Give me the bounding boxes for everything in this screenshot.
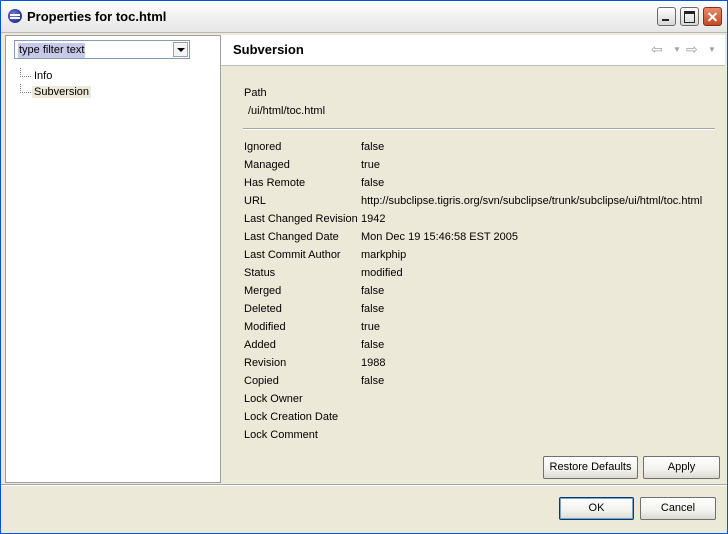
property-key: Deleted	[244, 303, 282, 315]
property-value: markphip	[361, 249, 407, 261]
filter-input[interactable]: type filter text	[16, 42, 174, 58]
page-title: Subversion	[233, 42, 304, 57]
page-header: Subversion ⇦ ▼ ⇨ ▼	[221, 35, 725, 66]
window-title: Properties for toc.html	[27, 9, 167, 24]
property-row-managed: Managed true	[244, 156, 724, 174]
filter-dropdown-button[interactable]	[173, 42, 188, 57]
property-value: true	[361, 321, 380, 333]
page-tree: Info Subversion	[20, 68, 92, 100]
content-panel: Subversion ⇦ ▼ ⇨ ▼ Path /ui/html/toc.htm…	[221, 35, 725, 483]
property-row-url: URL http://subclipse.tigris.org/svn/subcl…	[244, 192, 724, 210]
maximize-button[interactable]	[680, 7, 699, 26]
dialog-separator	[1, 484, 727, 486]
cancel-button[interactable]: Cancel	[640, 497, 716, 520]
property-value: false	[361, 141, 385, 153]
property-value: 1942	[361, 213, 386, 225]
properties-dialog: Properties for toc.html type filter text…	[0, 0, 728, 534]
property-row-lock-comment: Lock Comment	[244, 426, 724, 444]
property-key: URL	[244, 195, 267, 207]
property-row-lock-creation-date: Lock Creation Date	[244, 408, 724, 426]
chevron-down-icon[interactable]: ▼	[673, 45, 681, 54]
property-value: Mon Dec 19 15:46:58 EST 2005	[361, 231, 518, 243]
tree-item-info[interactable]: Info	[20, 68, 91, 84]
property-key: Lock Comment	[244, 429, 318, 441]
property-key: Added	[244, 339, 276, 351]
property-row-last-changed-revision: Last Changed Revision 1942	[244, 210, 724, 228]
title-bar[interactable]: Properties for toc.html	[1, 1, 727, 33]
property-row-merged: Merged false	[244, 282, 724, 300]
property-row-ignored: Ignored false	[244, 138, 724, 156]
property-value: modified	[361, 267, 403, 279]
property-key: Modified	[244, 321, 286, 333]
property-key: Lock Creation Date	[244, 411, 339, 423]
property-row-last-changed-date: Last Changed Date Mon Dec 19 15:46:58 EST…	[244, 228, 724, 246]
separator	[243, 128, 715, 130]
property-value: false	[361, 339, 385, 351]
property-key: Managed	[244, 159, 290, 171]
property-row-added: Added false	[244, 336, 724, 354]
property-value: 1988	[361, 357, 386, 369]
path-label: Path	[244, 87, 267, 99]
forward-arrow-icon[interactable]: ⇨	[686, 41, 698, 58]
property-value: false	[361, 303, 385, 315]
ok-button[interactable]: OK	[559, 497, 634, 520]
property-key: Has Remote	[244, 177, 306, 189]
property-row-has-remote: Has Remote false	[244, 174, 724, 192]
path-value: /ui/html/toc.html	[248, 105, 326, 117]
property-value: http://subclipse.tigris.org/svn/subclips…	[361, 195, 703, 207]
property-value: false	[361, 375, 385, 387]
navigation-panel: type filter text Info Subversion	[5, 35, 221, 483]
property-value: false	[361, 285, 385, 297]
filter-combo[interactable]: type filter text	[14, 40, 190, 59]
property-key: Lock Owner	[244, 393, 303, 405]
tree-branch-line	[20, 68, 31, 77]
property-key: Last Commit Author	[244, 249, 341, 261]
property-row-status: Status modified	[244, 264, 724, 282]
property-key: Copied	[244, 375, 279, 387]
property-value: true	[361, 159, 380, 171]
property-list: Ignored false Managed true Has Remote false…	[244, 138, 724, 444]
tree-item-label: Info	[34, 70, 53, 82]
property-row-copied: Copied false	[244, 372, 724, 390]
filter-text: type filter text	[18, 43, 86, 58]
minimize-button[interactable]	[657, 7, 676, 26]
property-key: Revision	[244, 357, 287, 369]
tree-item-subversion[interactable]: Subversion	[20, 84, 92, 100]
property-row-modified: Modified true	[244, 318, 724, 336]
property-row-deleted: Deleted false	[244, 300, 724, 318]
property-key: Last Changed Revision	[244, 213, 358, 225]
property-row-last-commit-author: Last Commit Author markphip	[244, 246, 724, 264]
property-row-lock-owner: Lock Owner	[244, 390, 724, 408]
close-button[interactable]	[703, 7, 722, 26]
restore-defaults-button[interactable]: Restore Defaults	[543, 456, 638, 479]
property-key: Last Changed Date	[244, 231, 339, 243]
property-key: Ignored	[244, 141, 282, 153]
property-row-revision: Revision 1988	[244, 354, 724, 372]
tree-branch-line	[20, 84, 31, 93]
apply-button[interactable]: Apply	[643, 456, 720, 479]
eclipse-icon	[8, 9, 22, 23]
property-value: false	[361, 177, 385, 189]
chevron-down-icon[interactable]: ▼	[708, 45, 716, 54]
back-arrow-icon[interactable]: ⇦	[651, 41, 663, 58]
property-key: Merged	[244, 285, 282, 297]
property-key: Status	[244, 267, 276, 279]
tree-item-label: Subversion	[32, 86, 92, 98]
